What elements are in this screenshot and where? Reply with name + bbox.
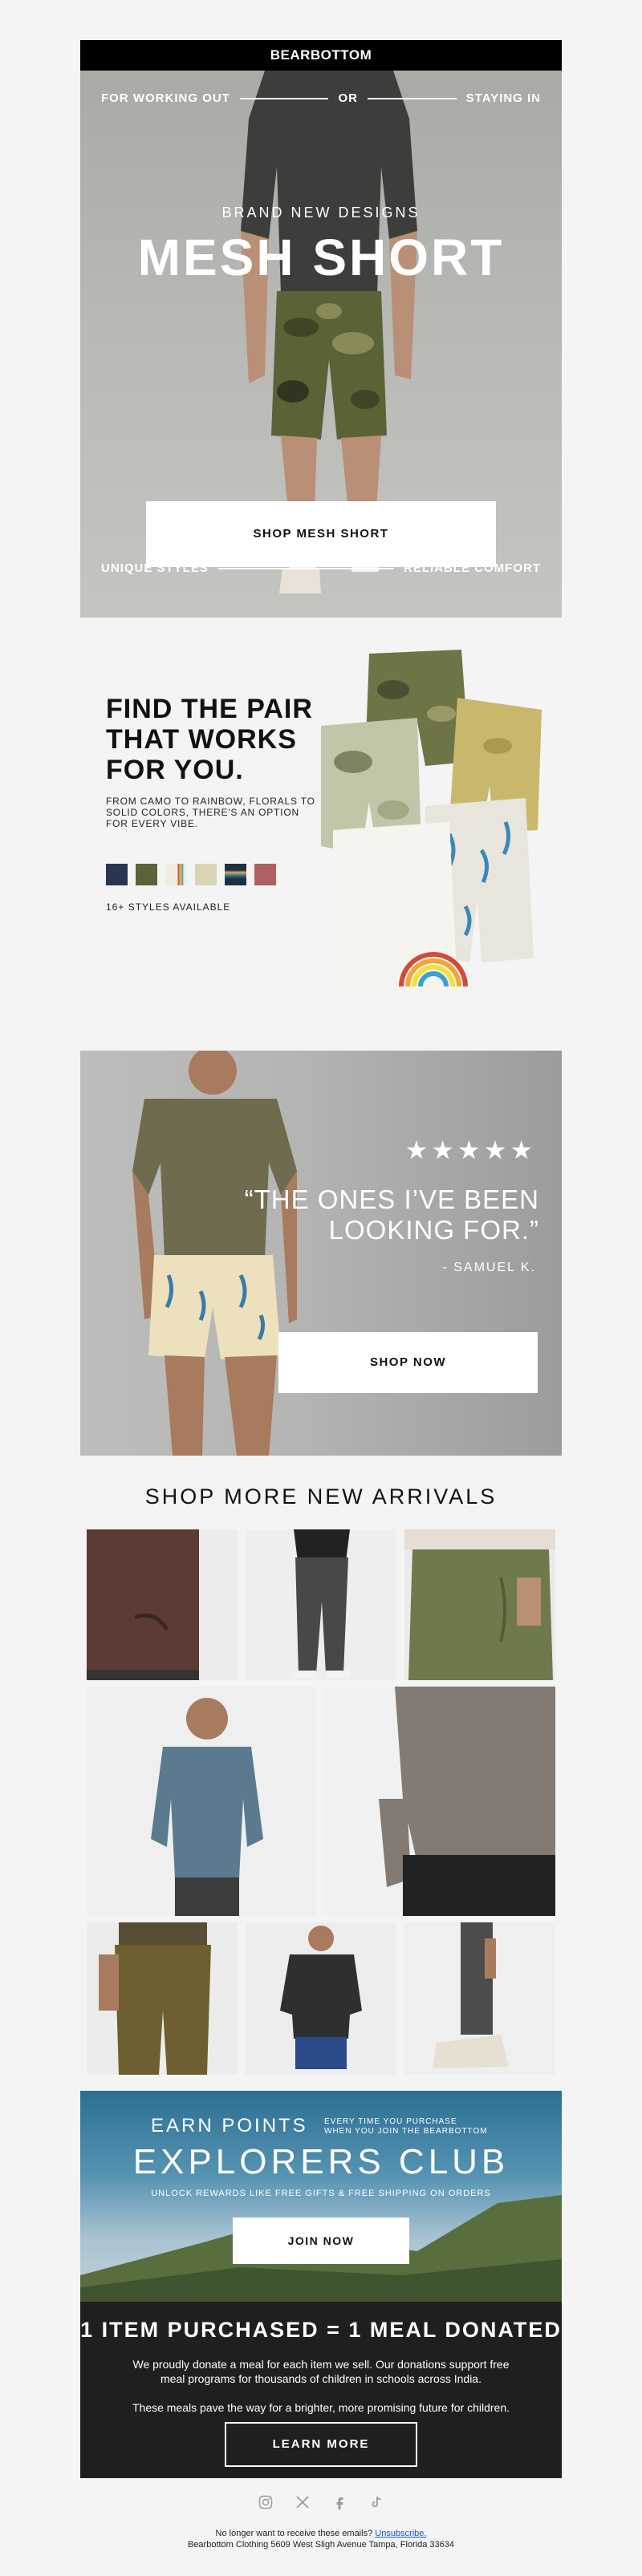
swatch-floral[interactable] <box>195 864 217 885</box>
brand-header: BEARBOTTOM <box>80 40 562 71</box>
swatch-navy[interactable] <box>106 864 128 885</box>
every-time-line-1: EVERY TIME YOU PURCHASE <box>324 2117 457 2126</box>
find-the-pair-section: FIND THE PAIR THAT WORKS FOR YOU. FROM C… <box>80 618 562 1051</box>
instagram-icon[interactable] <box>258 2494 274 2510</box>
learn-more-button[interactable]: LEARN MORE <box>225 2422 417 2467</box>
product-tile[interactable] <box>87 1687 316 1916</box>
shop-mesh-short-button[interactable]: SHOP MESH SHORT <box>146 501 496 567</box>
hero-top-tagline: FOR WORKING OUT OR STAYING IN <box>101 91 541 105</box>
hero-or-text: OR <box>338 91 358 105</box>
pair-description: FROM CAMO TO RAINBOW, FLORALS TO SOLID C… <box>106 796 315 829</box>
divider-line <box>217 567 394 569</box>
bearbottom-logo[interactable]: BEARBOTTOM <box>270 47 372 63</box>
styles-count: 16+ STYLES AVAILABLE <box>106 901 231 913</box>
product-tile[interactable] <box>87 1529 238 1680</box>
shop-now-button[interactable]: SHOP NOW <box>278 1332 538 1393</box>
review-quote: “THE ONES I’VE BEEN LOOKING FOR.” <box>244 1185 539 1245</box>
unsubscribe-prefix: No longer want to receive these emails? <box>215 2529 373 2538</box>
join-now-button[interactable]: JOIN NOW <box>233 2218 409 2264</box>
hero-banner[interactable]: FOR WORKING OUT OR STAYING IN BRAND NEW … <box>80 71 562 618</box>
meal-donation-paragraph-1: We proudly donate a meal for each item w… <box>132 2358 510 2385</box>
product-image <box>433 1922 509 2068</box>
every-time-text: EVERY TIME YOU PURCHASE WHEN YOU JOIN TH… <box>324 2117 488 2137</box>
unsubscribe-link[interactable]: Unsubscribe. <box>375 2529 426 2538</box>
swatch-camo[interactable] <box>136 864 157 885</box>
meal-donation-section: 1 ITEM PURCHASED = 1 MEAL DONATED We pro… <box>80 2302 562 2478</box>
divider-line <box>367 97 457 99</box>
product-image <box>404 1529 555 1680</box>
hero-right-top-text: STAYING IN <box>465 91 541 105</box>
hero-right-bottom-text: RELIABLE COMFORT <box>404 561 541 575</box>
product-tile[interactable] <box>246 1922 396 2075</box>
review-author: - SAMUEL K. <box>442 1261 536 1274</box>
hero-bottom-tagline: UNIQUE STYLES RELIABLE COMFORT <box>101 561 541 575</box>
hero-left-top-text: FOR WORKING OUT <box>101 91 230 105</box>
unlock-rewards-text: UNLOCK REWARDS LIKE FREE GIFTS & FREE SH… <box>151 2189 491 2198</box>
footer-legal: No longer want to receive these emails? … <box>80 2528 562 2550</box>
product-image <box>379 1687 555 1916</box>
product-image <box>151 1698 263 1916</box>
explorers-club-title: EXPLORERS CLUB <box>132 2142 510 2181</box>
product-tile[interactable] <box>246 1529 396 1680</box>
every-time-line-2: WHEN YOU JOIN THE BEARBOTTOM <box>324 2127 488 2136</box>
tiktok-icon[interactable] <box>368 2494 384 2510</box>
hero-eyebrow: BRAND NEW DESIGNS <box>221 205 421 221</box>
divider-line <box>239 97 329 99</box>
product-image <box>280 1926 362 2069</box>
pair-heading: FIND THE PAIR THAT WORKS FOR YOU. <box>106 694 313 785</box>
swatch-rose[interactable] <box>254 864 276 885</box>
product-tile[interactable] <box>87 1922 238 2075</box>
swatch-rainbow[interactable] <box>165 864 187 885</box>
explorers-club-banner[interactable]: EARN POINTS EVERY TIME YOU PURCHASE WHEN… <box>80 2091 562 2302</box>
facebook-icon[interactable] <box>331 2494 347 2510</box>
x-icon[interactable] <box>295 2494 311 2510</box>
hero-left-bottom-text: UNIQUE STYLES <box>101 561 209 575</box>
hero-title: MESH SHORT <box>137 229 505 286</box>
product-tile[interactable] <box>323 1687 555 1916</box>
review-banner[interactable]: ★★★★★ “THE ONES I’VE BEEN LOOKING FOR.” … <box>80 1051 562 1456</box>
product-image <box>99 1922 211 2075</box>
color-swatches <box>106 864 276 885</box>
email-container: BEARBOTTOM FOR WORKING OUT OR STAYING IN… <box>80 40 562 2550</box>
five-star-rating: ★★★★★ <box>404 1136 536 1164</box>
review-model-image <box>132 1051 297 1456</box>
pair-heading-line-2: THAT WORKS <box>106 724 297 755</box>
meal-donation-title: 1 ITEM PURCHASED = 1 MEAL DONATED <box>80 2318 562 2342</box>
product-tile[interactable] <box>404 1529 555 1680</box>
new-arrivals-heading: SHOP MORE NEW ARRIVALS <box>144 1484 498 1509</box>
swatch-stripe[interactable] <box>225 864 246 885</box>
pair-heading-line-1: FIND THE PAIR <box>106 694 313 724</box>
new-arrivals-grid <box>80 1529 562 2091</box>
shorts-collage-image <box>321 650 542 994</box>
pair-heading-line-3: FOR YOU. <box>106 755 244 785</box>
meal-donation-paragraph-2: These meals pave the way for a brighter,… <box>132 2401 510 2414</box>
product-image <box>87 1529 199 1680</box>
company-address: Bearbottom Clothing 5609 West Sligh Aven… <box>187 2540 455 2550</box>
earn-points-label: EARN POINTS <box>151 2115 308 2137</box>
product-tile[interactable] <box>404 1922 555 2075</box>
product-image <box>292 1529 350 1679</box>
social-links <box>80 2491 562 2513</box>
